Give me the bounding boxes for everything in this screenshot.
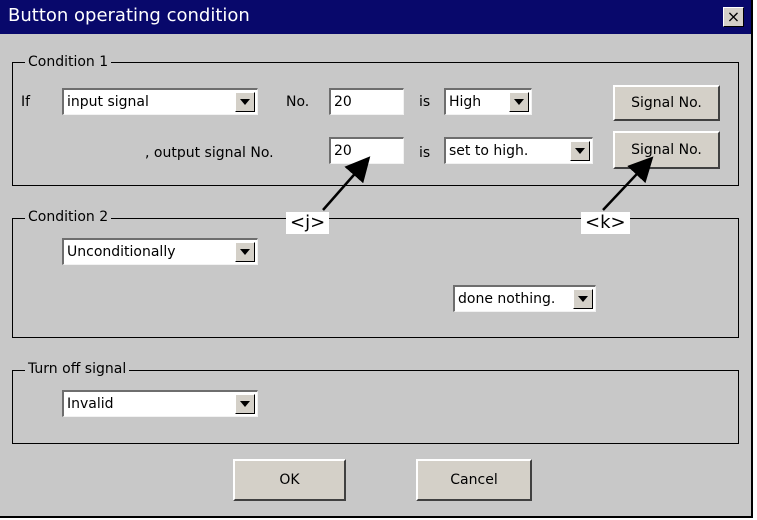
- close-button[interactable]: ×: [723, 7, 744, 27]
- chevron-down-icon[interactable]: [235, 92, 255, 112]
- signal-no-button-2[interactable]: Signal No.: [613, 131, 720, 169]
- if-label: If: [21, 94, 31, 110]
- is-label-1: is: [419, 94, 431, 110]
- signal-source-select[interactable]: input signal: [62, 88, 258, 115]
- condition2-legend: Condition 2: [25, 209, 112, 225]
- is-label-2: is: [419, 145, 431, 161]
- input-signal-no-field[interactable]: 20: [329, 88, 404, 115]
- turn-off-select[interactable]: Invalid: [62, 390, 258, 417]
- condition2-group: [12, 218, 739, 338]
- dialog-window: Button operating condition × Condition 1…: [0, 0, 753, 518]
- cancel-button[interactable]: Cancel: [416, 459, 532, 501]
- ok-button[interactable]: OK: [233, 459, 346, 501]
- condition1-legend: Condition 1: [25, 54, 112, 70]
- chevron-down-icon[interactable]: [573, 289, 593, 309]
- chevron-down-icon[interactable]: [570, 141, 590, 161]
- annotation-k: <k>: [581, 212, 630, 234]
- condition2-mode-select[interactable]: Unconditionally: [62, 238, 258, 265]
- turn-off-legend: Turn off signal: [25, 361, 130, 377]
- condition2-result-select[interactable]: done nothing.: [453, 285, 596, 312]
- title-bar: Button operating condition ×: [0, 0, 751, 34]
- state-value: High: [449, 94, 482, 110]
- action-select[interactable]: set to high.: [444, 137, 593, 164]
- turn-off-value: Invalid: [67, 396, 114, 412]
- signal-no-button-1[interactable]: Signal No.: [613, 85, 720, 121]
- output-signal-no-field[interactable]: 20: [329, 137, 404, 164]
- chevron-down-icon[interactable]: [235, 242, 255, 262]
- no-label: No.: [286, 94, 310, 110]
- condition2-mode-value: Unconditionally: [67, 244, 176, 260]
- condition2-result-value: done nothing.: [458, 291, 556, 307]
- dialog-title: Button operating condition: [8, 5, 250, 26]
- chevron-down-icon[interactable]: [235, 394, 255, 414]
- annotation-j: <j>: [286, 212, 330, 234]
- state-select[interactable]: High: [444, 88, 532, 115]
- signal-source-value: input signal: [67, 94, 149, 110]
- output-signal-label: , output signal No.: [145, 145, 274, 161]
- chevron-down-icon[interactable]: [509, 92, 529, 112]
- action-value: set to high.: [449, 143, 529, 159]
